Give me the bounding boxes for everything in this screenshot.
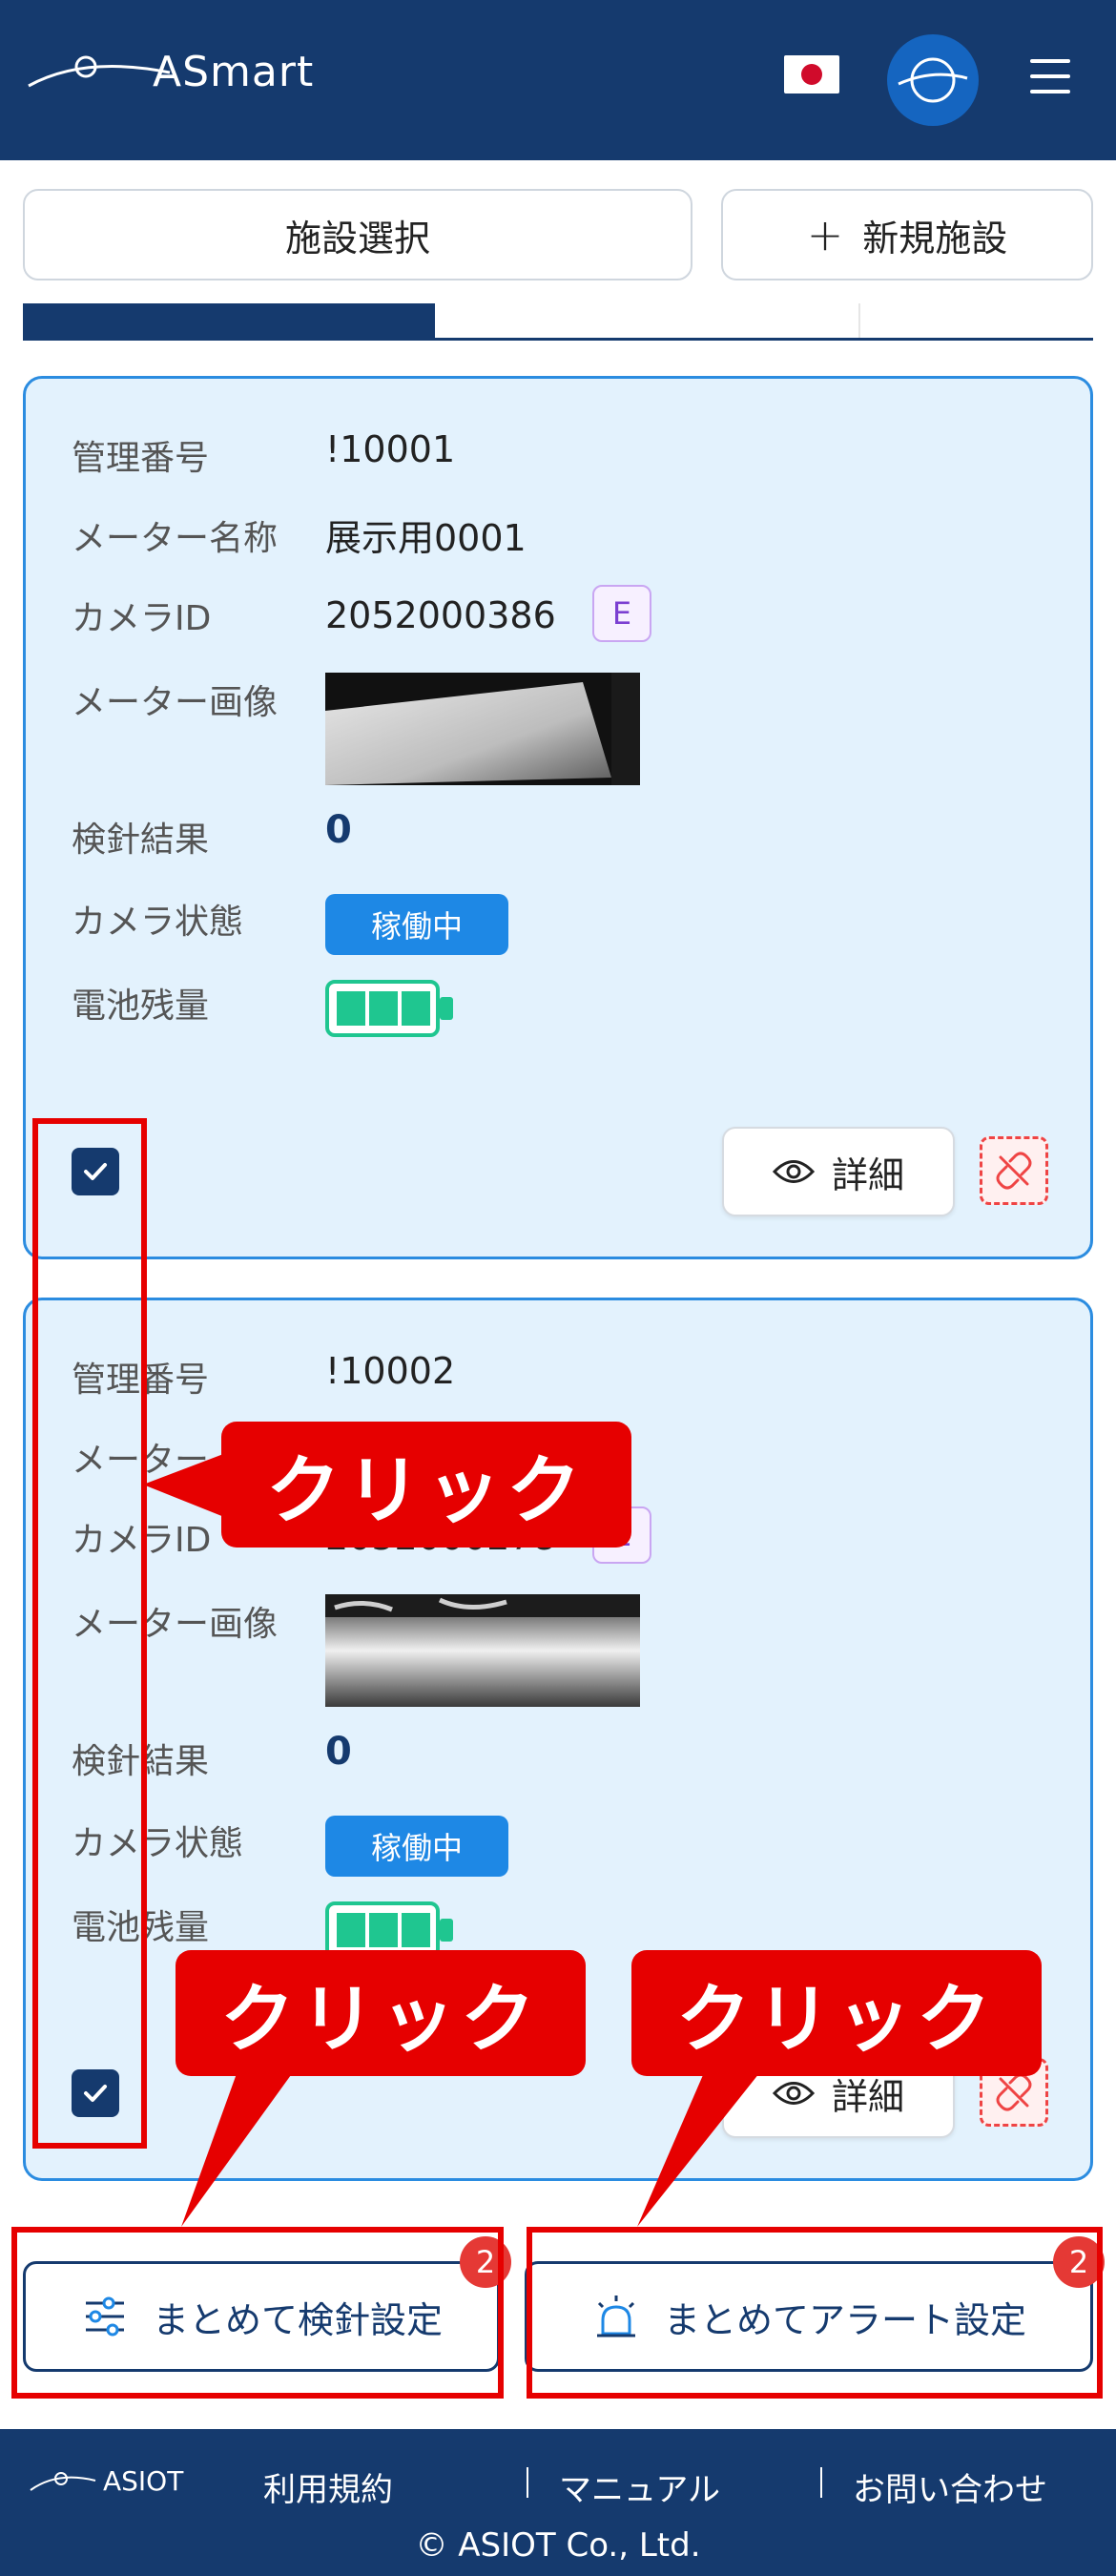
annotation-click-callout: クリック <box>631 1950 1042 2076</box>
annotation-pointers <box>143 1448 763 2227</box>
annotation-click-callout: クリック <box>221 1422 631 1548</box>
annotation-click-callout: クリック <box>176 1950 586 2076</box>
